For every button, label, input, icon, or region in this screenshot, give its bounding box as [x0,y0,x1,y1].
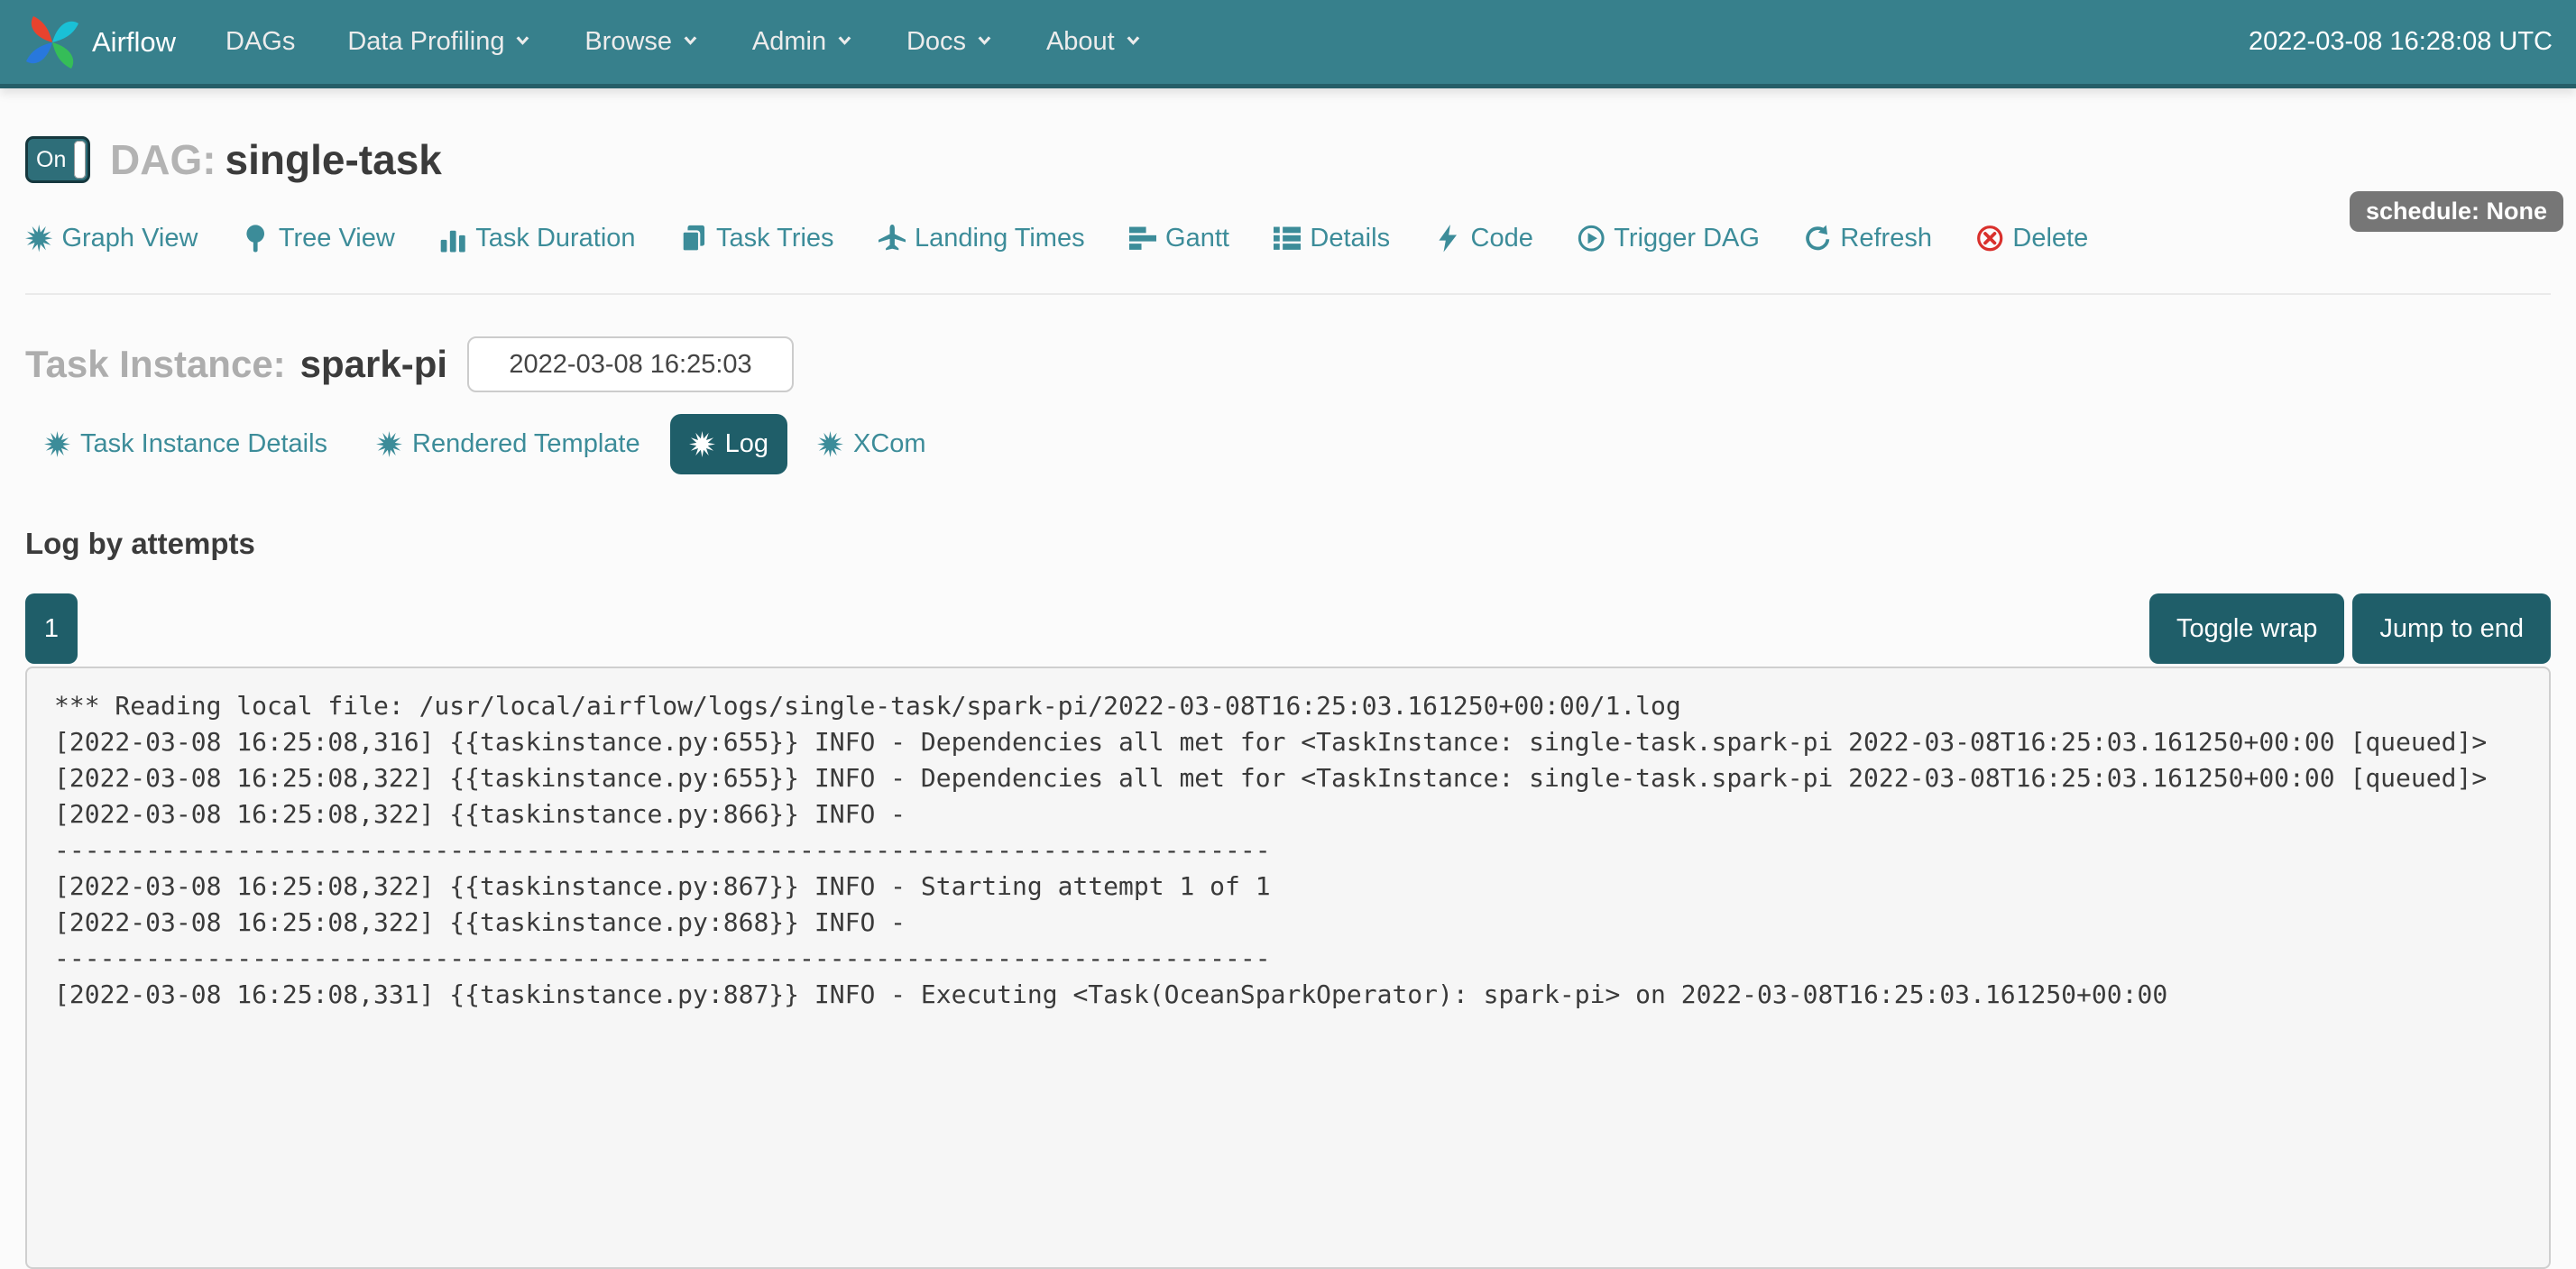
airflow-pinwheel-logo-icon [23,14,81,71]
top-navbar: Airflow DAGs Data Profiling Browse Admin… [0,0,2576,88]
plane-icon [879,225,906,252]
toolbar-link-tree-view[interactable]: Tree View [242,224,394,253]
log-line: [2022-03-08 16:25:08,322] {{taskinstance… [54,760,2522,796]
dag-pause-toggle[interactable]: On [25,136,90,183]
task-instance-row: Task Instance: spark-pi [25,336,2551,392]
starburst-icon [689,431,715,457]
toolbar-link-task-duration[interactable]: Task Duration [439,224,636,253]
tab-rendered-template[interactable]: Rendered Template [357,414,659,474]
toolbar-link-details[interactable]: Details [1274,224,1390,253]
starburst-icon [817,431,843,457]
airflow-brand[interactable]: Airflow [23,14,176,71]
caret-down-icon [513,32,532,51]
dag-name: single-task [225,136,442,183]
starburst-icon [376,431,402,457]
log-line: [2022-03-08 16:25:08,322] {{taskinstance… [54,905,2522,941]
log-line: [2022-03-08 16:25:08,331] {{taskinstance… [54,977,2522,1013]
log-line: [2022-03-08 16:25:08,322] {{taskinstance… [54,869,2522,905]
menu-item-admin[interactable]: Admin [726,27,880,57]
task-name: spark-pi [300,343,447,386]
execution-date-input[interactable] [467,336,794,392]
toolbar-link-trigger-dag[interactable]: Trigger DAG [1578,224,1760,253]
menu-item-data-profiling[interactable]: Data Profiling [321,27,558,57]
dag-header: On DAG:single-task [25,135,2551,184]
log-by-attempts-heading: Log by attempts [25,527,2551,561]
starburst-icon [44,431,70,457]
list-icon [1274,225,1301,252]
schedule-badge: schedule: None [2350,191,2563,232]
toggle-wrap-button[interactable]: Toggle wrap [2149,593,2344,664]
task-instance-label: Task Instance: [25,343,286,386]
play-circle-icon [1578,225,1605,252]
task-instance-tabs: Task Instance Details Rendered Template … [25,414,2551,474]
utc-clock: 2022-03-08 16:28:08 UTC [2249,27,2553,57]
tree-icon [242,225,269,252]
toolbar-link-gantt[interactable]: Gantt [1129,224,1229,253]
dag-view-toolbar: Graph View Tree View Task Duration Task … [25,224,2551,253]
log-line: [2022-03-08 16:25:08,316] {{taskinstance… [54,724,2522,760]
page-content: schedule: None On DAG:single-task Graph … [0,135,2576,1269]
menu-item-docs[interactable]: Docs [880,27,1020,57]
main-menu: DAGs Data Profiling Browse Admin Docs Ab… [199,27,1169,57]
gantt-icon [1129,225,1156,252]
toolbar-link-code[interactable]: Code [1434,224,1533,253]
log-line: *** Reading local file: /usr/local/airfl… [54,688,2522,724]
bar-chart-icon [439,225,466,252]
jump-to-end-button[interactable]: Jump to end [2352,593,2551,664]
log-output-box: *** Reading local file: /usr/local/airfl… [25,667,2551,1269]
toolbar-link-graph-view[interactable]: Graph View [25,224,198,253]
attempt-1-tab[interactable]: 1 [25,593,78,664]
tab-log[interactable]: Log [670,414,787,474]
log-line: ----------------------------------------… [54,832,2522,869]
copy-icon [680,225,707,252]
log-attempts-row: 1 Toggle wrap Jump to end [25,593,2551,664]
delete-icon [1976,225,2003,252]
dag-title-prefix: DAG: [110,136,216,183]
section-divider [25,293,2551,295]
refresh-icon [1804,225,1831,252]
toolbar-link-landing-times[interactable]: Landing Times [879,224,1085,253]
caret-down-icon [1124,32,1143,51]
toolbar-link-task-tries[interactable]: Task Tries [680,224,834,253]
log-line: [2022-03-08 16:25:08,322] {{taskinstance… [54,796,2522,832]
tab-task-instance-details[interactable]: Task Instance Details [25,414,346,474]
toolbar-link-delete[interactable]: Delete [1976,224,2088,253]
log-line: ----------------------------------------… [54,941,2522,977]
starburst-icon [25,225,52,252]
tab-xcom[interactable]: XCom [798,414,945,474]
caret-down-icon [975,32,994,51]
menu-item-about[interactable]: About [1020,27,1169,57]
toolbar-link-refresh[interactable]: Refresh [1804,224,1932,253]
attempts-row-spacer [78,593,2141,664]
menu-item-browse[interactable]: Browse [558,27,726,57]
page-title: DAG:single-task [110,135,442,184]
menu-item-dags[interactable]: DAGs [199,27,321,57]
caret-down-icon [681,32,700,51]
brand-label: Airflow [92,26,176,59]
caret-down-icon [835,32,854,51]
bolt-icon [1434,225,1461,252]
dag-toggle-label: On [36,147,66,173]
